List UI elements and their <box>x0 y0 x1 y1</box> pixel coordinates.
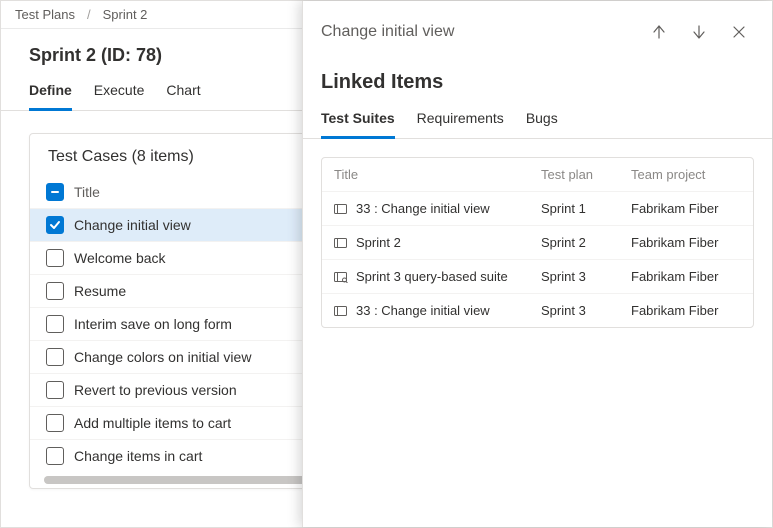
row-checkbox[interactable] <box>46 381 64 399</box>
breadcrumb-separator: / <box>87 7 91 22</box>
details-panel: Change initial view Linked Items Test Su… <box>302 1 772 527</box>
linked-item-title: Sprint 3 query-based suite <box>356 269 508 284</box>
arrow-down-icon <box>691 24 707 40</box>
tab-define[interactable]: Define <box>29 74 72 111</box>
close-icon <box>732 25 746 39</box>
col-header-plan[interactable]: Test plan <box>541 167 621 182</box>
linked-item-team: Fabrikam Fiber <box>631 235 741 250</box>
next-item-button[interactable] <box>684 17 714 47</box>
linked-item-title-cell: Sprint 2 <box>334 235 531 250</box>
panel-section-title: Linked Items <box>303 57 772 104</box>
linked-item-title-cell: 33 : Change initial view <box>334 201 531 216</box>
linked-item-plan: Sprint 3 <box>541 303 621 318</box>
col-header-team[interactable]: Team project <box>631 167 741 182</box>
linked-item-title-cell: 33 : Change initial view <box>334 303 531 318</box>
row-checkbox[interactable] <box>46 348 64 366</box>
linked-items-table: Title Test plan Team project 33 : Change… <box>321 157 754 328</box>
tab-execute[interactable]: Execute <box>94 74 145 110</box>
row-checkbox[interactable] <box>46 249 64 267</box>
row-checkbox[interactable] <box>46 282 64 300</box>
close-panel-button[interactable] <box>724 17 754 47</box>
row-checkbox[interactable] <box>46 414 64 432</box>
linked-item-row[interactable]: 33 : Change initial view Sprint 3 Fabrikam… <box>322 293 753 327</box>
panel-tab-bugs[interactable]: Bugs <box>526 104 558 138</box>
panel-tab-test-suites[interactable]: Test Suites <box>321 104 395 139</box>
static-suite-icon <box>334 203 348 215</box>
linked-items-header: Title Test plan Team project <box>322 158 753 191</box>
breadcrumb-root[interactable]: Test Plans <box>15 7 75 22</box>
linked-item-plan: Sprint 2 <box>541 235 621 250</box>
static-suite-icon-wrap <box>334 237 348 249</box>
panel-tabs: Test Suites Requirements Bugs <box>303 104 772 139</box>
static-suite-icon-wrap <box>334 305 348 317</box>
linked-item-team: Fabrikam Fiber <box>631 269 741 284</box>
linked-item-row[interactable]: Sprint 2 Sprint 2 Fabrikam Fiber <box>322 225 753 259</box>
col-header-title[interactable]: Title <box>334 167 531 182</box>
linked-item-plan: Sprint 3 <box>541 269 621 284</box>
linked-item-row[interactable]: Sprint 3 query-based suite Sprint 3 Fabrik… <box>322 259 753 293</box>
linked-item-title-cell: Sprint 3 query-based suite <box>334 269 531 284</box>
static-suite-icon <box>334 305 348 317</box>
row-checkbox[interactable] <box>46 447 64 465</box>
linked-item-plan: Sprint 1 <box>541 201 621 216</box>
query-suite-icon <box>334 271 348 283</box>
linked-item-title: 33 : Change initial view <box>356 303 490 318</box>
row-checkbox[interactable] <box>46 216 64 234</box>
arrow-up-icon <box>651 24 667 40</box>
static-suite-icon-wrap <box>334 203 348 215</box>
static-suite-icon <box>334 237 348 249</box>
panel-header: Change initial view <box>303 1 772 57</box>
tab-chart[interactable]: Chart <box>166 74 200 110</box>
linked-item-team: Fabrikam Fiber <box>631 201 741 216</box>
linked-item-title: Sprint 2 <box>356 235 401 250</box>
query-suite-icon-wrap <box>334 271 348 283</box>
row-checkbox[interactable] <box>46 315 64 333</box>
linked-item-title: 33 : Change initial view <box>356 201 490 216</box>
linked-item-team: Fabrikam Fiber <box>631 303 741 318</box>
select-all-checkbox[interactable] <box>46 183 64 201</box>
breadcrumb-current[interactable]: Sprint 2 <box>103 7 148 22</box>
panel-tab-requirements[interactable]: Requirements <box>417 104 504 138</box>
linked-item-row[interactable]: 33 : Change initial view Sprint 1 Fabrikam… <box>322 191 753 225</box>
previous-item-button[interactable] <box>644 17 674 47</box>
panel-title: Change initial view <box>321 23 634 41</box>
